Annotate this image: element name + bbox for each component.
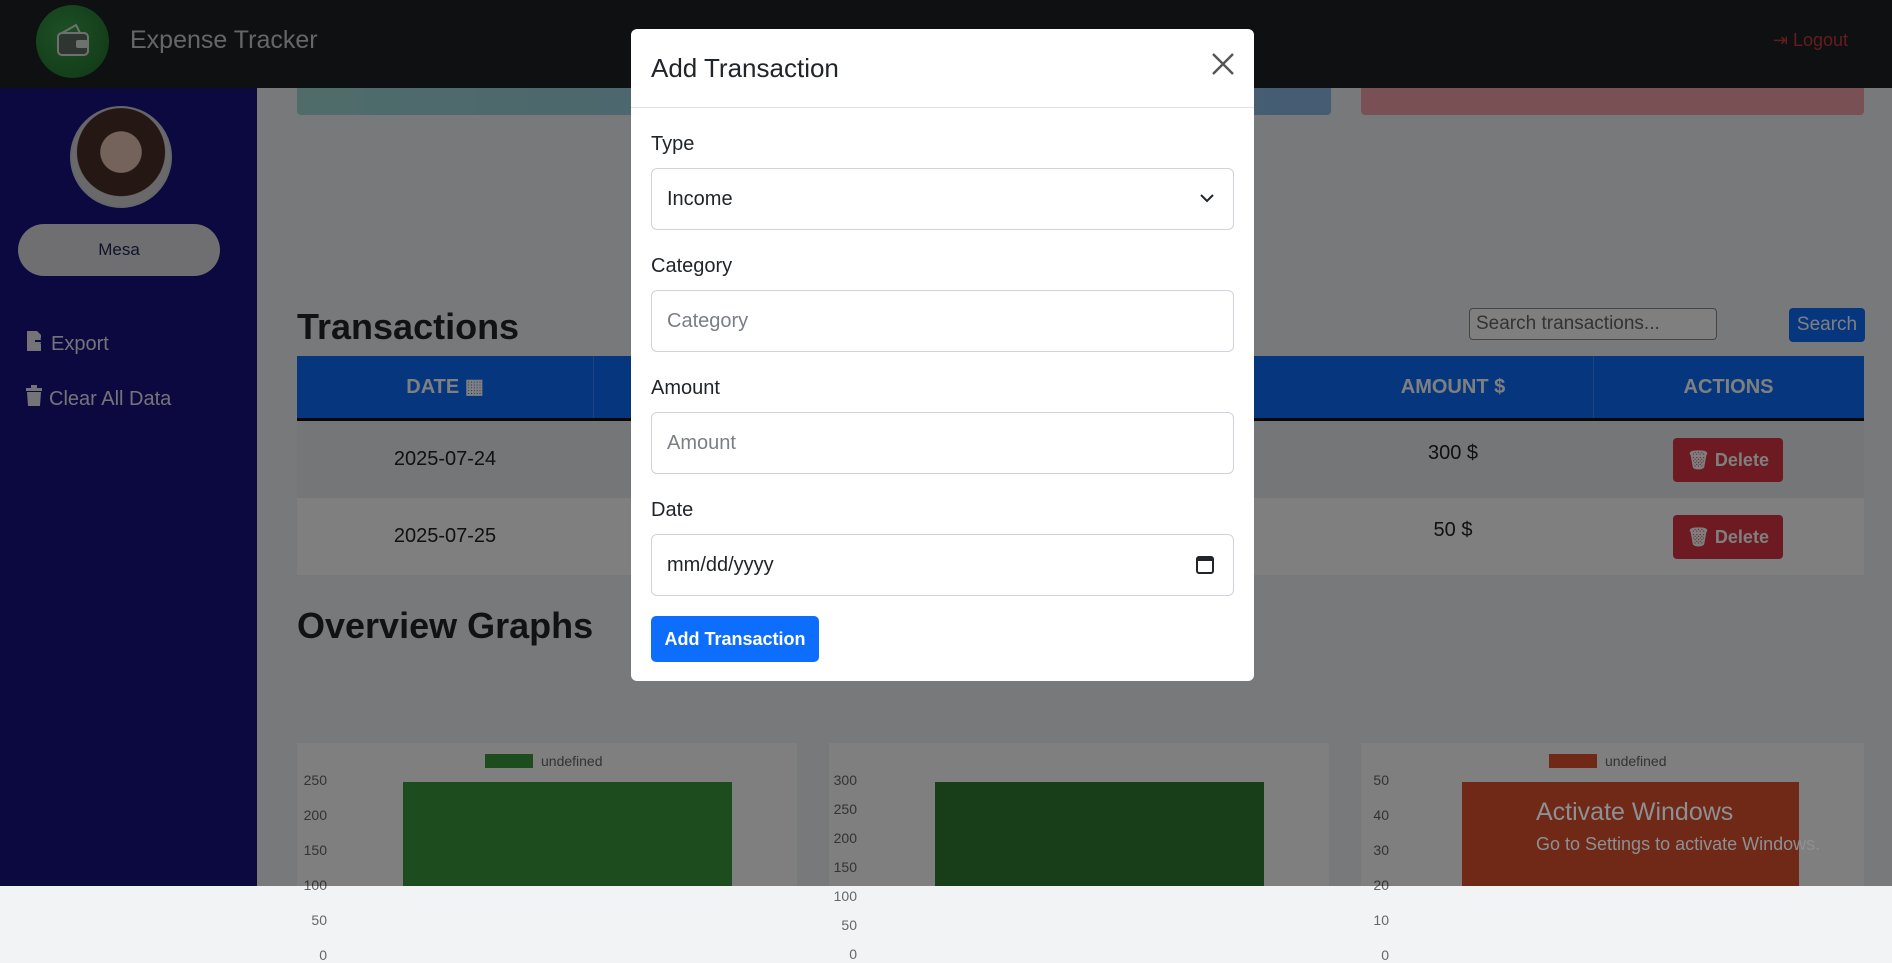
modal-header: Add Transaction — [631, 29, 1254, 108]
tick-label: 0 — [1381, 947, 1389, 963]
tick-label: 0 — [849, 946, 857, 962]
date-label: Date — [651, 499, 694, 521]
chevron-down-icon — [1199, 169, 1215, 253]
type-select[interactable]: Income — [651, 168, 1234, 230]
tick-label: 0 — [319, 947, 327, 963]
calendar-icon[interactable] — [1195, 535, 1215, 619]
category-label: Category — [651, 255, 733, 277]
activate-windows-title: Activate Windows — [1536, 798, 1734, 826]
modal-title: Add Transaction — [651, 53, 839, 83]
add-transaction-button[interactable]: Add Transaction — [651, 616, 819, 662]
date-input[interactable]: mm/dd/yyyy — [651, 534, 1234, 596]
tick-label: 50 — [841, 917, 857, 933]
activate-windows-subtitle: Go to Settings to activate Windows. — [1536, 834, 1821, 854]
amount-label: Amount — [651, 377, 720, 399]
add-transaction-modal: Add Transaction Type Income Category Cat… — [631, 29, 1254, 681]
type-label: Type — [651, 133, 695, 155]
close-icon[interactable] — [1210, 51, 1236, 77]
tick-label: 100 — [833, 888, 857, 904]
tick-label: 10 — [1373, 912, 1389, 928]
amount-input[interactable]: Amount — [651, 412, 1234, 474]
category-input[interactable]: Category — [651, 290, 1234, 352]
tick-label: 50 — [311, 912, 327, 928]
